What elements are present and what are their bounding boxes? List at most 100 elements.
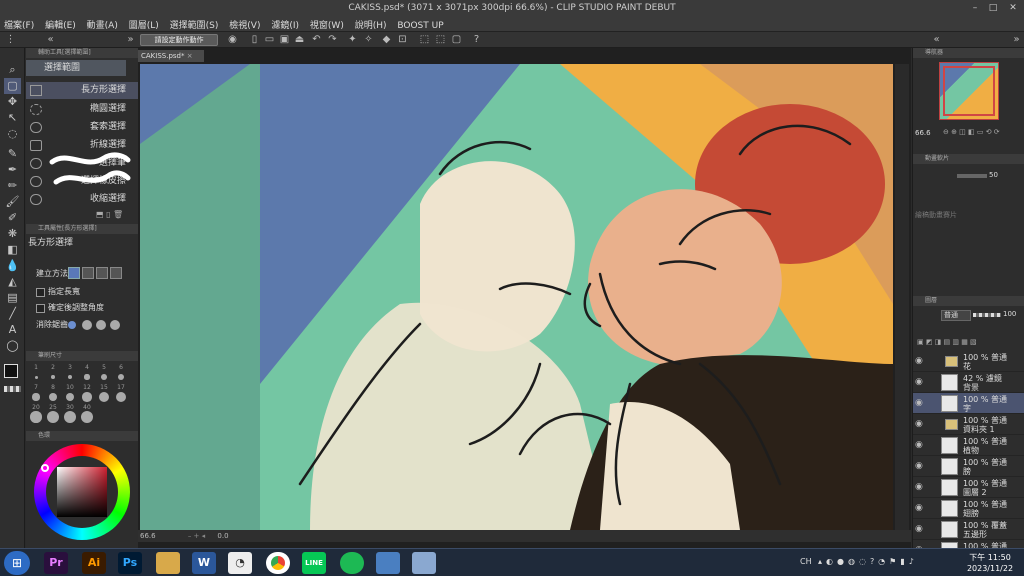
pen-tool-icon[interactable]: ✒ <box>4 162 21 178</box>
hue-marker[interactable] <box>41 464 49 472</box>
new-selection-icon[interactable] <box>68 267 80 279</box>
layer-row[interactable]: ◉ 100 % 普通 植物 <box>913 435 1024 456</box>
layer-row[interactable]: ◉ 42 % 濾鏡 背景 <box>913 372 1024 393</box>
taskbar-photoshop[interactable]: Ps <box>118 552 142 574</box>
redo-icon[interactable]: ↷ <box>326 33 339 46</box>
brush-size-option[interactable] <box>47 411 59 423</box>
expand-icon[interactable]: » <box>124 33 137 46</box>
brush-size-option[interactable] <box>65 392 75 402</box>
brush-size-option[interactable] <box>101 374 107 380</box>
fill-icon[interactable]: ◆ <box>380 33 393 46</box>
layer-row[interactable]: ◉ 100 % 普通 資料夾 1 <box>913 414 1024 435</box>
canvas-zoom-value[interactable]: 66.6 <box>140 532 156 540</box>
canvas-vertical-scrollbar[interactable] <box>895 64 909 530</box>
eye-icon[interactable]: ◉ <box>915 461 923 471</box>
brush-size-option[interactable] <box>115 391 127 403</box>
maximize-button[interactable]: □ <box>986 2 1000 14</box>
canvas-angle-value[interactable]: 0.0 <box>217 532 228 540</box>
brush-size-option[interactable] <box>30 411 42 423</box>
taskbar-word[interactable]: W <box>192 552 216 574</box>
navigator-zoom[interactable]: 66.6 <box>915 126 931 140</box>
deselect-icon[interactable]: ⬚ <box>418 33 431 46</box>
brush-tool-icon[interactable]: 🖌 <box>4 194 21 210</box>
eye-icon[interactable]: ◉ <box>915 482 923 492</box>
decoration-tool-icon[interactable]: ❋ <box>4 226 21 242</box>
text-tool-icon[interactable]: A <box>4 322 21 338</box>
undo-icon[interactable]: ↶ <box>310 33 323 46</box>
selection-tool-icon[interactable]: ▢ <box>4 78 21 94</box>
antialias-medium[interactable] <box>96 320 106 330</box>
blend-mode-select[interactable]: 普通 <box>941 310 971 321</box>
clip-studio-icon[interactable]: ◉ <box>226 33 239 46</box>
layer-row[interactable]: ◉ 100 % 普通膀 <box>913 456 1024 477</box>
taskbar-premiere[interactable]: Pr <box>44 552 68 574</box>
balloon-tool-icon[interactable]: ◯ <box>4 338 21 354</box>
show-area-icon[interactable]: ▢ <box>450 33 463 46</box>
brush-size-option[interactable] <box>64 411 76 423</box>
transparent-color-icon[interactable] <box>4 386 21 392</box>
brush-size-option[interactable] <box>49 393 57 401</box>
close-button[interactable]: ✕ <box>1006 2 1020 14</box>
eye-icon[interactable]: ◉ <box>915 440 923 450</box>
auto-action-button[interactable]: 請設定動作動作 <box>140 34 218 46</box>
taskbar-line[interactable]: LINE <box>302 552 326 574</box>
layer-row[interactable]: ◉ 100 % 覆蓋 五邊形 <box>913 519 1024 540</box>
taskbar-spotify-icon[interactable] <box>340 552 364 574</box>
pencil-tool-icon[interactable]: ✏ <box>4 178 21 194</box>
open-file-icon[interactable]: ▭ <box>263 33 276 46</box>
brush-size-option[interactable] <box>82 392 92 402</box>
layer-row[interactable]: ◉ 100 % 普通 翅膀 <box>913 498 1024 519</box>
brush-size-option[interactable] <box>34 375 38 379</box>
menu-select[interactable]: 選擇範圍(S) <box>166 16 223 33</box>
gradient-tool-icon[interactable]: ▤ <box>4 290 21 306</box>
taskbar-explorer-icon[interactable] <box>156 552 180 574</box>
subtool-group-tab[interactable]: 選擇範圍 <box>26 60 126 76</box>
eraser-tool-icon[interactable]: ◧ <box>4 242 21 258</box>
intersect-selection-icon[interactable] <box>110 267 122 279</box>
saturation-value-square[interactable] <box>57 467 107 517</box>
new-file-icon[interactable]: ▯ <box>248 33 261 46</box>
subtool-shrink-select[interactable]: 收縮選擇 <box>26 191 138 208</box>
opacity-slider[interactable] <box>973 313 1001 317</box>
minimize-button[interactable]: – <box>968 2 982 14</box>
add-selection-icon[interactable] <box>82 267 94 279</box>
menu-edit[interactable]: 編輯(E) <box>41 16 80 33</box>
create-method-buttons[interactable] <box>68 267 128 280</box>
brush-size-option[interactable] <box>84 374 90 380</box>
move-tool-icon[interactable]: ✥ <box>4 94 21 110</box>
menu-boost-up[interactable]: BOOST UP <box>393 19 447 33</box>
layer-row[interactable]: ◉ 100 % 普通花 <box>913 351 1024 372</box>
animation-slider[interactable] <box>957 174 987 178</box>
subtool-lasso-select[interactable]: 套索選擇 <box>26 119 138 136</box>
language-indicator[interactable]: CH <box>800 557 812 566</box>
layer-row[interactable]: ◉ 100 % 普通 圖層 2 <box>913 477 1024 498</box>
animation-value[interactable]: 50 <box>989 168 998 182</box>
export-icon[interactable]: ⏏ <box>293 33 306 46</box>
eyedropper-tool-icon[interactable]: ✎ <box>4 146 21 162</box>
help-icon[interactable]: ? <box>470 33 483 46</box>
operation-tool-icon[interactable]: ↖ <box>4 110 21 126</box>
brush-size-option[interactable] <box>117 373 125 381</box>
zoom-tool-icon[interactable]: ⌕ <box>4 62 21 78</box>
taskbar-clip-studio-icon[interactable]: ◔ <box>228 552 252 574</box>
antialias-options[interactable] <box>68 319 126 331</box>
subtool-ellipse-select[interactable]: 橢圓選擇 <box>26 101 138 118</box>
eye-icon[interactable]: ◉ <box>915 398 923 408</box>
system-clock[interactable]: 下午 11:50 2023/11/22 <box>960 552 1020 574</box>
expand-right-icon[interactable]: » <box>1010 33 1023 46</box>
taskbar-calculator-icon[interactable] <box>412 552 436 574</box>
antialias-strong[interactable] <box>110 320 120 330</box>
layer-row[interactable]: ◉ 100 % 普通字 <box>913 393 1024 414</box>
taskbar-photos-icon[interactable] <box>376 552 400 574</box>
antialias-weak[interactable] <box>82 320 92 330</box>
figure-tool-icon[interactable]: ╱ <box>4 306 21 322</box>
main-color-swatch[interactable] <box>4 364 18 378</box>
invert-selection-icon[interactable]: ⬚ <box>434 33 447 46</box>
clear-icon[interactable]: ✦ <box>346 33 359 46</box>
document-tab[interactable]: CAKISS.psd* × <box>138 50 204 62</box>
eye-icon[interactable]: ◉ <box>915 419 923 429</box>
subtract-selection-icon[interactable] <box>96 267 108 279</box>
brush-size-option[interactable] <box>32 393 40 401</box>
brush-size-option[interactable] <box>67 374 73 380</box>
menu-file[interactable]: 檔案(F) <box>0 16 38 33</box>
